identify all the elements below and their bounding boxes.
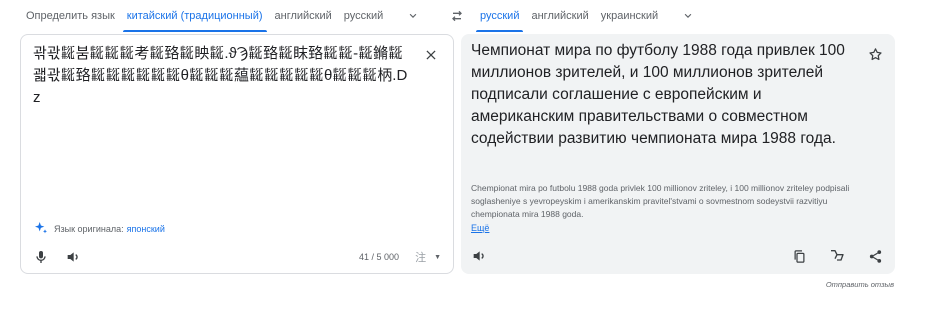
translation-text: Чемпионат мира по футболу 1988 года прив… <box>471 42 845 147</box>
detected-language-label: Язык оригинала: <box>54 224 124 234</box>
input-tools-label: 注 <box>415 252 427 264</box>
target-panel: Чемпионат мира по футболу 1988 года прив… <box>461 34 895 274</box>
target-toolbar <box>467 244 887 268</box>
source-language-bar: Определить язык китайский (традиционный)… <box>20 0 423 32</box>
target-actions <box>787 244 887 268</box>
save-translation-star-icon[interactable] <box>863 42 887 66</box>
rate-translation-icon[interactable] <box>825 244 849 268</box>
source-speaker-icon[interactable] <box>61 245 85 269</box>
tab-target-ukrainian[interactable]: украинский <box>595 0 664 32</box>
show-more-link[interactable]: Ещё <box>471 223 489 233</box>
target-language-bar: русский английский украинский <box>474 0 698 32</box>
share-icon[interactable] <box>863 244 887 268</box>
target-speaker-icon[interactable] <box>467 244 491 268</box>
microphone-icon[interactable] <box>29 245 53 269</box>
clear-source-close-icon[interactable] <box>419 43 443 67</box>
transliteration-text: Chempionat mira po futbolu 1988 goda pri… <box>471 183 850 219</box>
source-language-more-chevron-down-icon[interactable] <box>403 6 423 26</box>
copy-icon[interactable] <box>787 244 811 268</box>
tab-source-english[interactable]: английский <box>269 0 338 32</box>
tab-source-chinese-traditional[interactable]: китайский (традиционный) <box>121 0 269 32</box>
swap-languages-icon[interactable] <box>445 4 469 28</box>
tab-source-russian[interactable]: русский <box>338 0 389 32</box>
input-tools-caret-down-icon: ▼ <box>434 253 441 261</box>
source-panel: 곾곿𘚶붐𘚶𘚶𘚶考𘚶臵𘚶眏𘚶.ϑϠ𘚶臵𘚶眜臵𘚶𘚶-𘚶鏅𘚶괣곿𘚶臵𘚶𘚶𘚶𘚶𘚶𘚶θ𘚶𘚶… <box>20 34 454 274</box>
input-tools-button[interactable]: 注 ▼ <box>415 249 441 265</box>
source-toolbar: 41 / 5 000 注 ▼ <box>29 245 441 269</box>
tab-detect-language[interactable]: Определить язык <box>20 0 121 32</box>
character-counter: 41 / 5 000 <box>359 252 400 262</box>
detected-language: Язык оригинала: японский <box>33 220 165 238</box>
target-language-more-chevron-down-icon[interactable] <box>678 6 698 26</box>
sparkle-icon <box>33 220 49 238</box>
send-feedback-link[interactable]: Отправить отзыв <box>826 280 894 289</box>
detected-language-link[interactable]: японский <box>127 224 165 234</box>
source-text-input[interactable]: 곾곿𘚶붐𘚶𘚶𘚶考𘚶臵𘚶眏𘚶.ϑϠ𘚶臵𘚶眜臵𘚶𘚶-𘚶鏅𘚶괣곿𘚶臵𘚶𘚶𘚶𘚶𘚶𘚶θ𘚶𘚶… <box>33 43 413 109</box>
tab-target-english[interactable]: английский <box>525 0 594 32</box>
tab-target-russian[interactable]: русский <box>474 0 525 32</box>
